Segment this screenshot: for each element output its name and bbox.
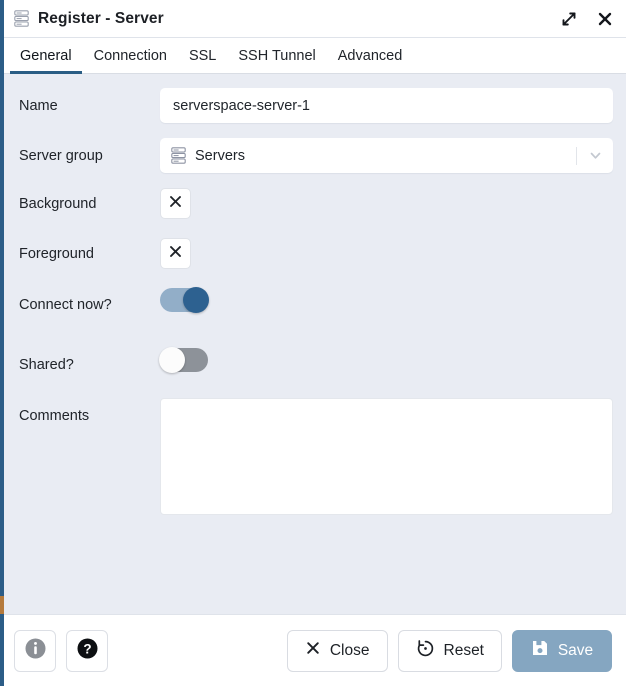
connect-now-toggle[interactable] xyxy=(160,287,209,313)
tab-connection[interactable]: Connection xyxy=(83,38,178,73)
info-button[interactable] xyxy=(14,629,56,672)
tab-general[interactable]: General xyxy=(9,38,83,74)
foreground-field-wrap xyxy=(160,238,616,269)
title-bar-left: Register - Server xyxy=(14,10,164,28)
register-server-dialog: Register - Server General Connection SSL… xyxy=(0,0,626,686)
save-button-label: Save xyxy=(557,641,594,659)
svg-text:?: ? xyxy=(83,641,91,656)
name-label: Name xyxy=(19,98,58,114)
field-row-shared: Shared? xyxy=(10,347,616,398)
field-row-name: Name serverspace-server-1 xyxy=(10,88,616,138)
connect-now-field-wrap xyxy=(160,287,616,313)
comments-label: Comments xyxy=(19,408,90,424)
shared-label: Shared? xyxy=(19,357,74,373)
chevron-down-icon[interactable] xyxy=(577,138,613,173)
server-group-select[interactable]: Servers xyxy=(160,138,613,173)
tab-ssl[interactable]: SSL xyxy=(178,38,227,73)
close-icon[interactable] xyxy=(596,10,614,28)
help-button[interactable]: ? xyxy=(66,629,108,672)
general-tab-panel: Name serverspace-server-1 Server group S… xyxy=(0,74,626,614)
help-circle-icon: ? xyxy=(76,637,99,665)
field-row-comments: Comments xyxy=(10,398,616,518)
connect-now-label: Connect now? xyxy=(19,297,112,313)
tab-label: SSH Tunnel xyxy=(238,47,316,64)
save-floppy-icon xyxy=(531,639,549,662)
close-x-icon xyxy=(305,640,321,661)
tab-ssh-tunnel[interactable]: SSH Tunnel xyxy=(227,38,326,73)
comments-field-wrap xyxy=(160,398,616,515)
tab-bar: General Connection SSL SSH Tunnel Advanc… xyxy=(0,38,626,74)
window-title: Register - Server xyxy=(38,9,164,27)
server-stack-icon xyxy=(14,10,29,27)
foreground-color-button[interactable] xyxy=(160,238,191,269)
shared-toggle[interactable] xyxy=(159,347,208,373)
shared-field-wrap xyxy=(159,347,616,373)
title-bar: Register - Server xyxy=(0,0,626,38)
toggle-knob xyxy=(183,287,209,313)
background-color-button[interactable] xyxy=(160,188,191,219)
background-field-wrap xyxy=(160,188,616,219)
name-field-wrap: serverspace-server-1 xyxy=(160,88,616,123)
save-button[interactable]: Save xyxy=(512,629,612,672)
window-edge-accent-secondary xyxy=(0,596,4,614)
server-group-field-wrap: Servers xyxy=(160,138,616,173)
toggle-knob xyxy=(159,347,185,373)
tab-label: Connection xyxy=(93,47,167,64)
expand-diagonal-icon[interactable] xyxy=(560,10,578,28)
field-row-background: Background xyxy=(10,188,616,238)
title-bar-actions xyxy=(560,10,614,28)
foreground-label: Foreground xyxy=(19,246,94,262)
window-edge-accent xyxy=(0,0,4,686)
field-row-connect-now: Connect now? xyxy=(10,287,616,348)
comments-textarea[interactable] xyxy=(160,398,613,515)
clear-x-icon xyxy=(168,194,183,214)
server-group-selected-value-wrap: Servers xyxy=(171,147,576,164)
server-stack-icon xyxy=(171,147,186,164)
tab-label: SSL xyxy=(188,47,217,64)
close-button[interactable]: Close xyxy=(286,629,388,672)
reset-button[interactable]: Reset xyxy=(397,629,502,672)
clear-x-icon xyxy=(168,244,183,264)
tab-label: Advanced xyxy=(337,47,403,64)
server-group-value: Servers xyxy=(195,147,245,164)
reset-button-label: Reset xyxy=(443,641,485,659)
field-row-server-group: Server group Servers xyxy=(10,138,616,188)
name-input[interactable]: serverspace-server-1 xyxy=(160,88,613,123)
tab-advanced[interactable]: Advanced xyxy=(327,38,414,73)
dialog-footer: ? Close Reset Save xyxy=(0,614,626,686)
field-row-foreground: Foreground xyxy=(10,238,616,288)
background-label: Background xyxy=(19,196,97,212)
server-group-label: Server group xyxy=(19,148,103,164)
close-button-label: Close xyxy=(329,641,370,659)
reset-arrow-icon xyxy=(416,639,435,663)
info-circle-icon xyxy=(24,637,47,665)
tab-label: General xyxy=(20,47,72,64)
